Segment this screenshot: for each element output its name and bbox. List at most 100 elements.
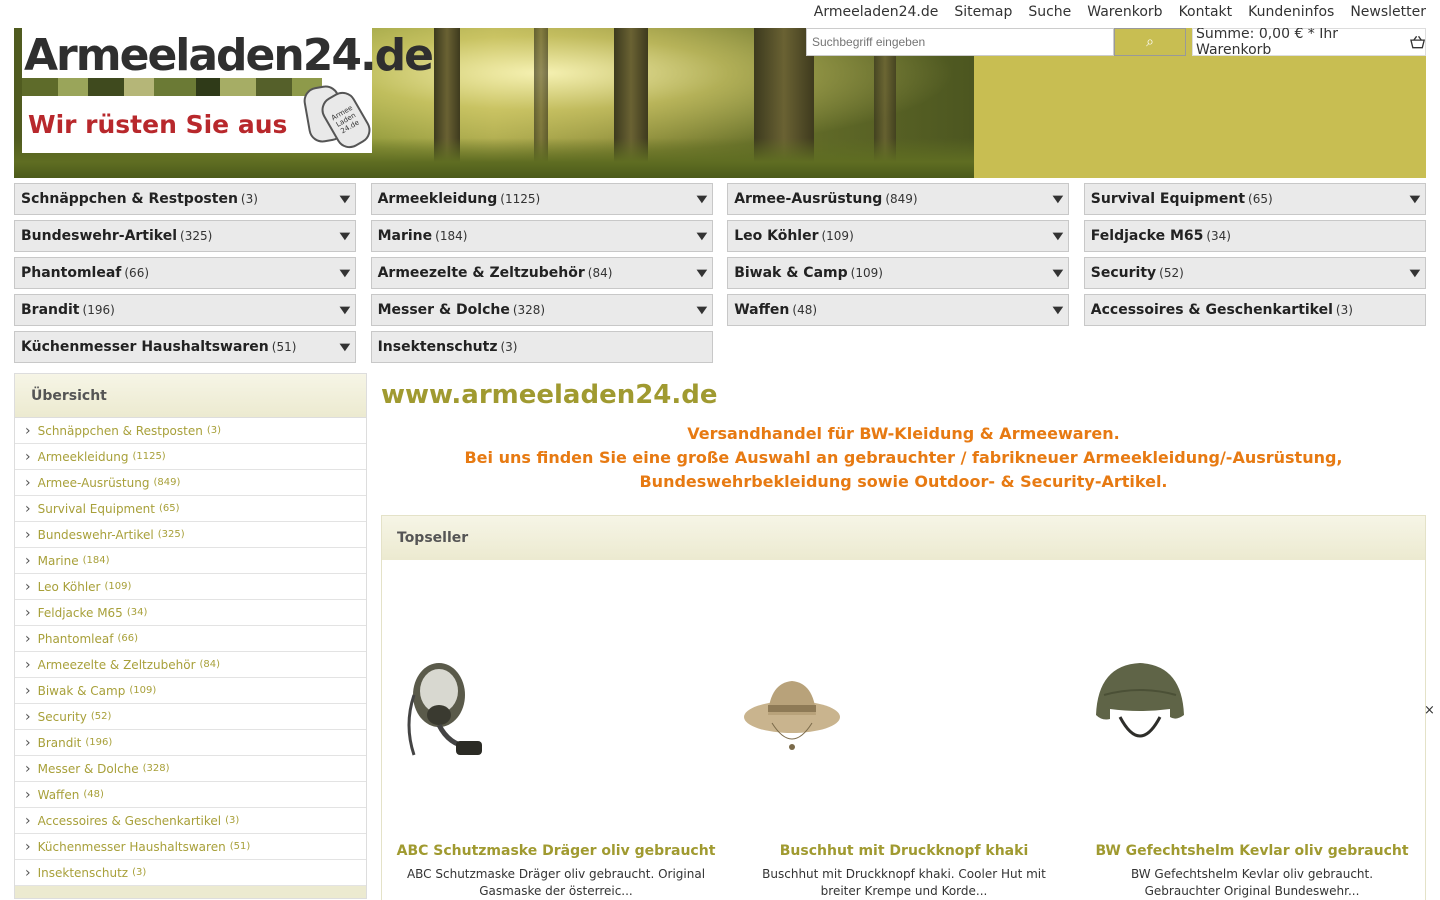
chevron-down-icon[interactable]: ▼ <box>696 305 707 316</box>
category-item[interactable]: Insektenschutz (3) <box>370 331 713 363</box>
sidebar-title: Übersicht <box>15 374 366 418</box>
chevron-right-icon: › <box>25 682 31 699</box>
toplink-contact[interactable]: Kontakt <box>1179 4 1233 20</box>
category-item[interactable]: Schnäppchen & Restposten (3) ▼ <box>14 183 356 215</box>
sidebar-item[interactable]: › Armee-Ausrüstung (849) <box>15 470 366 496</box>
sidebar-item[interactable]: › Armeekleidung (1125) <box>15 444 366 470</box>
category-label: Armeezelte & Zeltzubehör (84) <box>378 265 613 281</box>
chevron-down-icon[interactable]: ▼ <box>1053 194 1064 205</box>
toplink-customer-info[interactable]: Kundeninfos <box>1248 4 1334 20</box>
category-item[interactable]: Armeezelte & Zeltzubehör (84) ▼ <box>370 257 713 289</box>
chevron-down-icon[interactable]: ▼ <box>340 305 351 316</box>
cart-summary[interactable]: Summe: 0,00 € * Ihr Warenkorb <box>1192 28 1426 58</box>
sidebar-item-label: Messer & Dolche <box>37 761 139 776</box>
sidebar-item-count: (51) <box>229 841 251 852</box>
bush-hat-image[interactable] <box>742 655 842 765</box>
sidebar-item[interactable]: › Feldjacke M65 (34) <box>15 600 366 626</box>
category-count: (3) <box>1335 303 1353 317</box>
sidebar-item[interactable]: › Küchenmesser Haushaltswaren (51) <box>15 834 366 860</box>
category-item[interactable]: Survival Equipment (65) ▼ <box>1083 183 1426 215</box>
product-card[interactable]: BW Gefechtshelm Kevlar oliv gebraucht BW… <box>1078 560 1426 900</box>
category-label: Phantomleaf (66) <box>21 265 149 281</box>
category-item[interactable]: Küchenmesser Haushaltswaren (51) ▼ <box>14 331 356 363</box>
category-item[interactable]: Marine (184) ▼ <box>370 220 713 252</box>
chevron-down-icon[interactable]: ▼ <box>696 268 707 279</box>
search-button[interactable]: ⌕ <box>1114 28 1186 56</box>
product-name[interactable]: ABC Schutzmaske Dräger oliv gebraucht <box>382 843 730 859</box>
chevron-down-icon[interactable]: ▼ <box>340 268 351 279</box>
category-count: (66) <box>124 266 150 280</box>
site-logo[interactable]: Armeeladen24.de Wir rüsten Sie aus Armee… <box>22 28 434 154</box>
sidebar-item[interactable]: › Bundeswehr-Artikel (325) <box>15 522 366 548</box>
sidebar-item-label: Feldjacke M65 <box>37 605 123 620</box>
chevron-down-icon[interactable]: ▼ <box>696 194 707 205</box>
category-item[interactable]: Armeekleidung (1125) ▼ <box>370 183 713 215</box>
category-item[interactable]: Armee-Ausrüstung (849) ▼ <box>727 183 1070 215</box>
category-label: Waffen (48) <box>734 302 817 318</box>
logo-slogan: Wir rüsten Sie aus <box>28 110 288 139</box>
sidebar-item-count: (65) <box>158 503 180 514</box>
sidebar-item[interactable]: › Biwak & Camp (109) <box>15 678 366 704</box>
category-item[interactable]: Waffen (48) ▼ <box>727 294 1070 326</box>
sidebar-item[interactable]: › Security (52) <box>15 704 366 730</box>
category-item[interactable]: Accessoires & Geschenkartikel (3) <box>1083 294 1426 326</box>
sidebar-item[interactable]: › Accessoires & Geschenkartikel (3) <box>15 808 366 834</box>
chevron-down-icon[interactable]: ▼ <box>1410 194 1421 205</box>
sidebar-item[interactable]: › Waffen (48) <box>15 782 366 808</box>
category-name: Phantomleaf <box>21 265 122 281</box>
toplink-cart[interactable]: Warenkorb <box>1087 4 1162 20</box>
product-name[interactable]: BW Gefechtshelm Kevlar oliv gebraucht <box>1078 843 1426 859</box>
sidebar-item[interactable]: › Armeezelte & Zeltzubehör (84) <box>15 652 366 678</box>
toplink-sitemap[interactable]: Sitemap <box>954 4 1012 20</box>
gas-mask-image[interactable] <box>394 655 494 765</box>
sidebar-item[interactable]: › Messer & Dolche (328) <box>15 756 366 782</box>
product-card[interactable]: Buschhut mit Druckknopf khaki Buschhut m… <box>730 560 1078 900</box>
header-banner: Armeeladen24.de Wir rüsten Sie aus Armee… <box>14 28 1426 178</box>
sidebar-item-count: (184) <box>82 555 110 566</box>
category-item[interactable]: Messer & Dolche (328) ▼ <box>370 294 713 326</box>
product-name[interactable]: Buschhut mit Druckknopf khaki <box>730 843 1078 859</box>
toplink-search[interactable]: Suche <box>1028 4 1071 20</box>
chevron-right-icon: › <box>25 552 31 569</box>
product-description: ABC Schutzmaske Dräger oliv gebraucht. O… <box>406 867 706 898</box>
sidebar-item[interactable]: › Leo Köhler (109) <box>15 574 366 600</box>
category-item[interactable]: Security (52) ▼ <box>1083 257 1426 289</box>
sidebar-item[interactable]: › Brandit (196) <box>15 730 366 756</box>
sidebar-item[interactable]: › Survival Equipment (65) <box>15 496 366 522</box>
category-item[interactable]: Biwak & Camp (109) ▼ <box>727 257 1070 289</box>
chevron-down-icon[interactable]: ▼ <box>340 194 351 205</box>
chevron-down-icon[interactable]: ▼ <box>340 231 351 242</box>
chevron-down-icon[interactable]: ▼ <box>1053 268 1064 279</box>
sidebar-item[interactable]: › Schnäppchen & Restposten (3) <box>15 418 366 444</box>
category-count: (48) <box>792 303 818 317</box>
chevron-down-icon[interactable]: ▼ <box>1053 231 1064 242</box>
category-count: (3) <box>500 340 518 354</box>
sidebar-item-label: Brandit <box>37 735 82 750</box>
toplink-newsletter[interactable]: Newsletter <box>1350 4 1426 20</box>
category-item[interactable]: Bundeswehr-Artikel (325) ▼ <box>14 220 356 252</box>
sidebar-item-count: (1125) <box>132 451 166 462</box>
helmet-image[interactable] <box>1090 655 1190 765</box>
category-item[interactable]: Phantomleaf (66) ▼ <box>14 257 356 289</box>
product-card[interactable]: ABC Schutzmaske Dräger oliv gebraucht AB… <box>382 560 730 900</box>
search-input[interactable] <box>806 28 1114 56</box>
category-item[interactable]: Brandit (196) ▼ <box>14 294 356 326</box>
chevron-down-icon[interactable]: ▼ <box>340 342 351 353</box>
basket-icon <box>1409 35 1425 49</box>
chevron-down-icon[interactable]: ▼ <box>696 231 707 242</box>
chevron-down-icon[interactable]: ▼ <box>1053 305 1064 316</box>
sidebar-item-count: (328) <box>142 763 170 774</box>
toplink-home[interactable]: Armeeladen24.de <box>814 4 939 20</box>
chevron-down-icon[interactable]: ▼ <box>1410 268 1421 279</box>
sidebar-item[interactable]: › Marine (184) <box>15 548 366 574</box>
sidebar-item[interactable]: › Phantomleaf (66) <box>15 626 366 652</box>
camo-stripe <box>22 78 322 96</box>
close-icon[interactable]: × <box>1424 703 1435 718</box>
category-item[interactable]: Leo Köhler (109) ▼ <box>727 220 1070 252</box>
category-item[interactable]: Feldjacke M65 (34) <box>1083 220 1426 252</box>
category-count: (84) <box>587 266 613 280</box>
sidebar-item-label: Schnäppchen & Restposten <box>37 423 203 438</box>
sidebar-item[interactable]: › Insektenschutz (3) <box>15 860 366 886</box>
category-name: Waffen <box>734 302 790 318</box>
category-name: Insektenschutz <box>377 339 498 355</box>
